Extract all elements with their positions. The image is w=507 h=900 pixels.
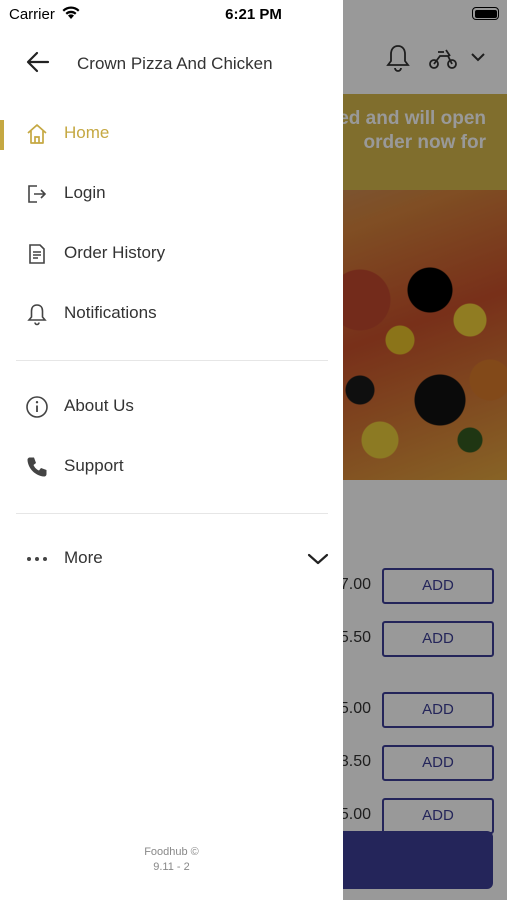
nav-item-label: About Us (64, 396, 134, 415)
nav-item-label: Support (64, 456, 124, 475)
nav-item-login[interactable]: Login (0, 166, 343, 222)
nav-item-notifications[interactable]: Notifications (0, 286, 343, 342)
nav-item-home[interactable]: Home (0, 106, 343, 162)
divider (16, 360, 328, 361)
info-icon (25, 395, 49, 419)
navigation-drawer: Crown Pizza And Chicken Home Login Order… (0, 0, 343, 900)
nav-item-label: Login (64, 183, 106, 202)
nav-item-label: More (64, 548, 103, 567)
login-icon (25, 182, 49, 206)
bell-icon (25, 302, 49, 326)
home-icon (25, 122, 49, 146)
nav-item-label: Notifications (64, 303, 157, 322)
footer-brand: Foodhub © (144, 846, 199, 858)
receipt-icon (25, 242, 49, 266)
battery-icon (472, 7, 499, 20)
nav-item-more[interactable]: More (0, 531, 343, 587)
chevron-down-icon[interactable] (307, 552, 329, 571)
status-bar: Carrier 6:21 PM (0, 0, 507, 28)
nav-item-about-us[interactable]: About Us (0, 379, 343, 435)
nav-item-support[interactable]: Support (0, 439, 343, 495)
nav-item-label: Home (64, 123, 110, 142)
nav-item-label: Order History (64, 243, 166, 262)
drawer-header: Crown Pizza And Chicken (0, 28, 343, 98)
phone-icon (25, 455, 49, 479)
status-time: 6:21 PM (225, 6, 282, 23)
back-arrow-icon[interactable] (26, 51, 50, 78)
footer-version: 9.11 - 2 (153, 861, 190, 873)
divider (16, 513, 328, 514)
restaurant-name: Crown Pizza And Chicken (77, 54, 273, 73)
active-indicator (0, 120, 4, 150)
more-dots-icon (25, 547, 49, 571)
nav-item-order-history[interactable]: Order History (0, 226, 343, 282)
